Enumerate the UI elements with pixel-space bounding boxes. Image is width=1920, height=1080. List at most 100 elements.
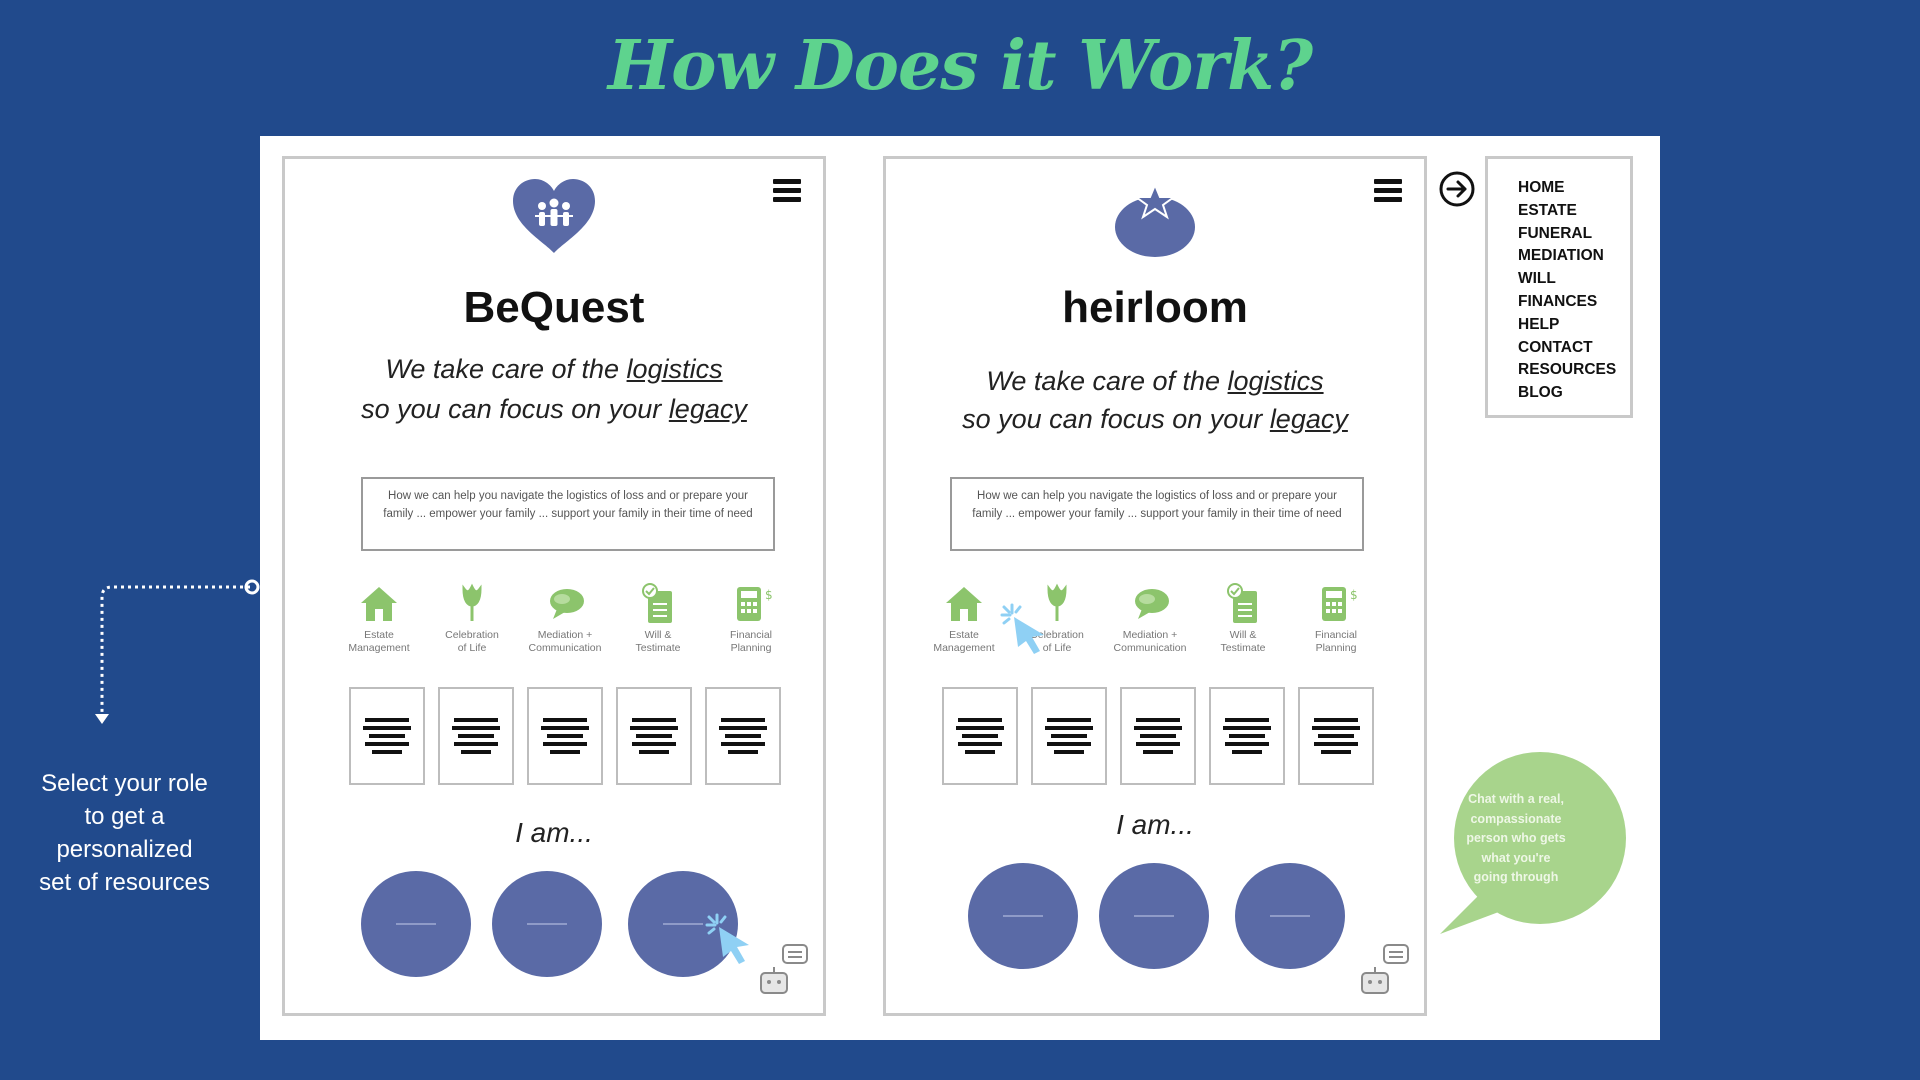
resource-cards — [349, 687, 781, 785]
side-note-line: Select your role — [41, 770, 208, 797]
resource-card[interactable] — [527, 687, 603, 785]
chat-bubbles-icon — [550, 589, 584, 619]
category-estate[interactable]: Estate Management — [920, 581, 1008, 655]
menu-item-will[interactable]: WILL — [1518, 268, 1630, 291]
click-cursor-icon — [1000, 603, 1044, 654]
menu-item-blog[interactable]: BLOG — [1518, 382, 1630, 405]
category-label: Mediation + Communication — [528, 629, 602, 654]
flower-icon — [462, 583, 482, 621]
category-mediation[interactable]: Mediation + Communication — [521, 581, 609, 655]
role-button[interactable] — [492, 871, 602, 977]
tagline-link-legacy[interactable]: legacy — [1270, 404, 1348, 434]
category-label: Financial Planning — [1314, 629, 1358, 654]
svg-text:$: $ — [1350, 588, 1358, 602]
resource-card[interactable] — [1209, 687, 1285, 785]
resource-cards — [942, 687, 1374, 785]
category-label: Estate Management — [348, 629, 410, 654]
category-estate[interactable]: Estate Management — [335, 581, 423, 655]
chat-bubble-text: Chat with a real, compassionate person w… — [1455, 790, 1577, 888]
category-label: Estate Management — [933, 629, 995, 654]
tagline-line-2: so you can focus on your legacy — [886, 399, 1424, 439]
chatbot-icon[interactable] — [755, 943, 811, 999]
menu-item-mediation[interactable]: MEDIATION — [1518, 245, 1630, 268]
brand-name: BeQuest — [463, 283, 645, 332]
category-financial[interactable]: $ Financial Planning — [707, 581, 795, 655]
nav-menu: HOME ESTATE FUNERAL MEDIATION WILL FINAN… — [1485, 156, 1633, 418]
tagline-link-logistics[interactable]: logistics — [1228, 366, 1324, 396]
tagline-link-logistics[interactable]: logistics — [627, 354, 723, 384]
menu-item-finances[interactable]: FINANCES — [1518, 291, 1630, 314]
house-icon — [361, 587, 397, 621]
chat-bubble-line: person who gets — [1466, 831, 1566, 845]
menu-item-funeral[interactable]: FUNERAL — [1518, 223, 1630, 246]
category-will[interactable]: Will & Testimate — [614, 581, 702, 655]
phone-mockup-heirloom: heirloom We take care of the logistics s… — [883, 156, 1427, 1016]
resource-card[interactable] — [1298, 687, 1374, 785]
calculator-icon: $ — [1322, 587, 1358, 621]
resource-card[interactable] — [942, 687, 1018, 785]
svg-text:$: $ — [765, 588, 773, 602]
chat-bubble-line: compassionate — [1470, 811, 1562, 826]
house-icon — [946, 587, 982, 621]
role-button[interactable] — [968, 863, 1078, 969]
description-box: How we can help you navigate the logisti… — [950, 477, 1364, 551]
menu-item-home[interactable]: HOME — [1518, 177, 1630, 200]
i-am-label: I am... — [515, 817, 593, 848]
tagline-text: so you can focus on your — [962, 404, 1270, 434]
tagline-line-2: so you can focus on your legacy — [285, 389, 823, 429]
role-button[interactable] — [1099, 863, 1209, 969]
slide-title: How Does it Work? — [607, 26, 1313, 106]
calculator-icon: $ — [737, 587, 773, 621]
phone-mockup-bequest: BeQuest We take care of the logistics so… — [282, 156, 826, 1016]
resource-card[interactable] — [1031, 687, 1107, 785]
category-label: Celebration of Life — [445, 629, 499, 654]
role-selector — [968, 863, 1368, 973]
description-box: How we can help you navigate the logisti… — [361, 477, 775, 551]
tagline-link-legacy[interactable]: legacy — [669, 394, 747, 424]
chatbot-icon[interactable] — [1356, 943, 1412, 999]
category-will[interactable]: Will & Testimate — [1199, 581, 1287, 655]
category-label: Will & Testimate — [1220, 629, 1266, 654]
heart-family-icon — [285, 177, 823, 261]
document-check-icon — [642, 583, 672, 623]
category-label: Will & Testimate — [635, 629, 681, 654]
category-row: Estate Management Celebration of Life Me… — [920, 581, 1380, 655]
side-note: Select your role to get a personalized s… — [12, 767, 237, 899]
side-note-line: to get a — [84, 803, 165, 830]
menu-item-estate[interactable]: ESTATE — [1518, 200, 1630, 223]
tagline-text: so you can focus on your — [361, 394, 669, 424]
menu-item-resources[interactable]: RESOURCES — [1518, 359, 1630, 382]
resource-card[interactable] — [616, 687, 692, 785]
resource-card[interactable] — [1120, 687, 1196, 785]
click-cursor-icon — [705, 913, 749, 964]
menu-item-help[interactable]: HELP — [1518, 314, 1630, 337]
tagline-line-1: We take care of the logistics — [886, 361, 1424, 401]
category-row: Estate Management Celebration of Life Me… — [335, 581, 795, 655]
tomato-icon — [886, 177, 1424, 261]
tagline-text: We take care of the — [385, 354, 627, 384]
tagline-line-1: We take care of the logistics — [285, 349, 823, 389]
category-financial[interactable]: $ Financial Planning — [1292, 581, 1380, 655]
category-mediation[interactable]: Mediation + Communication — [1106, 581, 1194, 655]
category-celebration[interactable]: Celebration of Life — [428, 581, 516, 655]
resource-card[interactable] — [349, 687, 425, 785]
chat-bubble-line: what you're — [1481, 850, 1551, 865]
brand-name: heirloom — [1062, 283, 1248, 332]
document-check-icon — [1227, 583, 1257, 623]
category-label: Financial Planning — [729, 629, 773, 654]
menu-item-contact[interactable]: CONTACT — [1518, 337, 1630, 360]
side-note-line: set of resources — [39, 869, 210, 896]
connector-arrow-icon — [95, 579, 260, 724]
chat-bubbles-icon — [1135, 589, 1169, 619]
resource-card[interactable] — [705, 687, 781, 785]
chat-bubble-line: going through — [1473, 870, 1559, 884]
tagline-text: We take care of the — [986, 366, 1228, 396]
chat-bubble-line: Chat with a real, — [1468, 792, 1564, 806]
role-button[interactable] — [1235, 863, 1345, 969]
wireframe-canvas: BeQuest We take care of the logistics so… — [260, 136, 1660, 1040]
side-note-line: personalized — [56, 836, 193, 863]
resource-card[interactable] — [438, 687, 514, 785]
arrow-right-circle-icon[interactable] — [1438, 170, 1476, 208]
role-selector — [361, 871, 761, 981]
role-button[interactable] — [361, 871, 471, 977]
